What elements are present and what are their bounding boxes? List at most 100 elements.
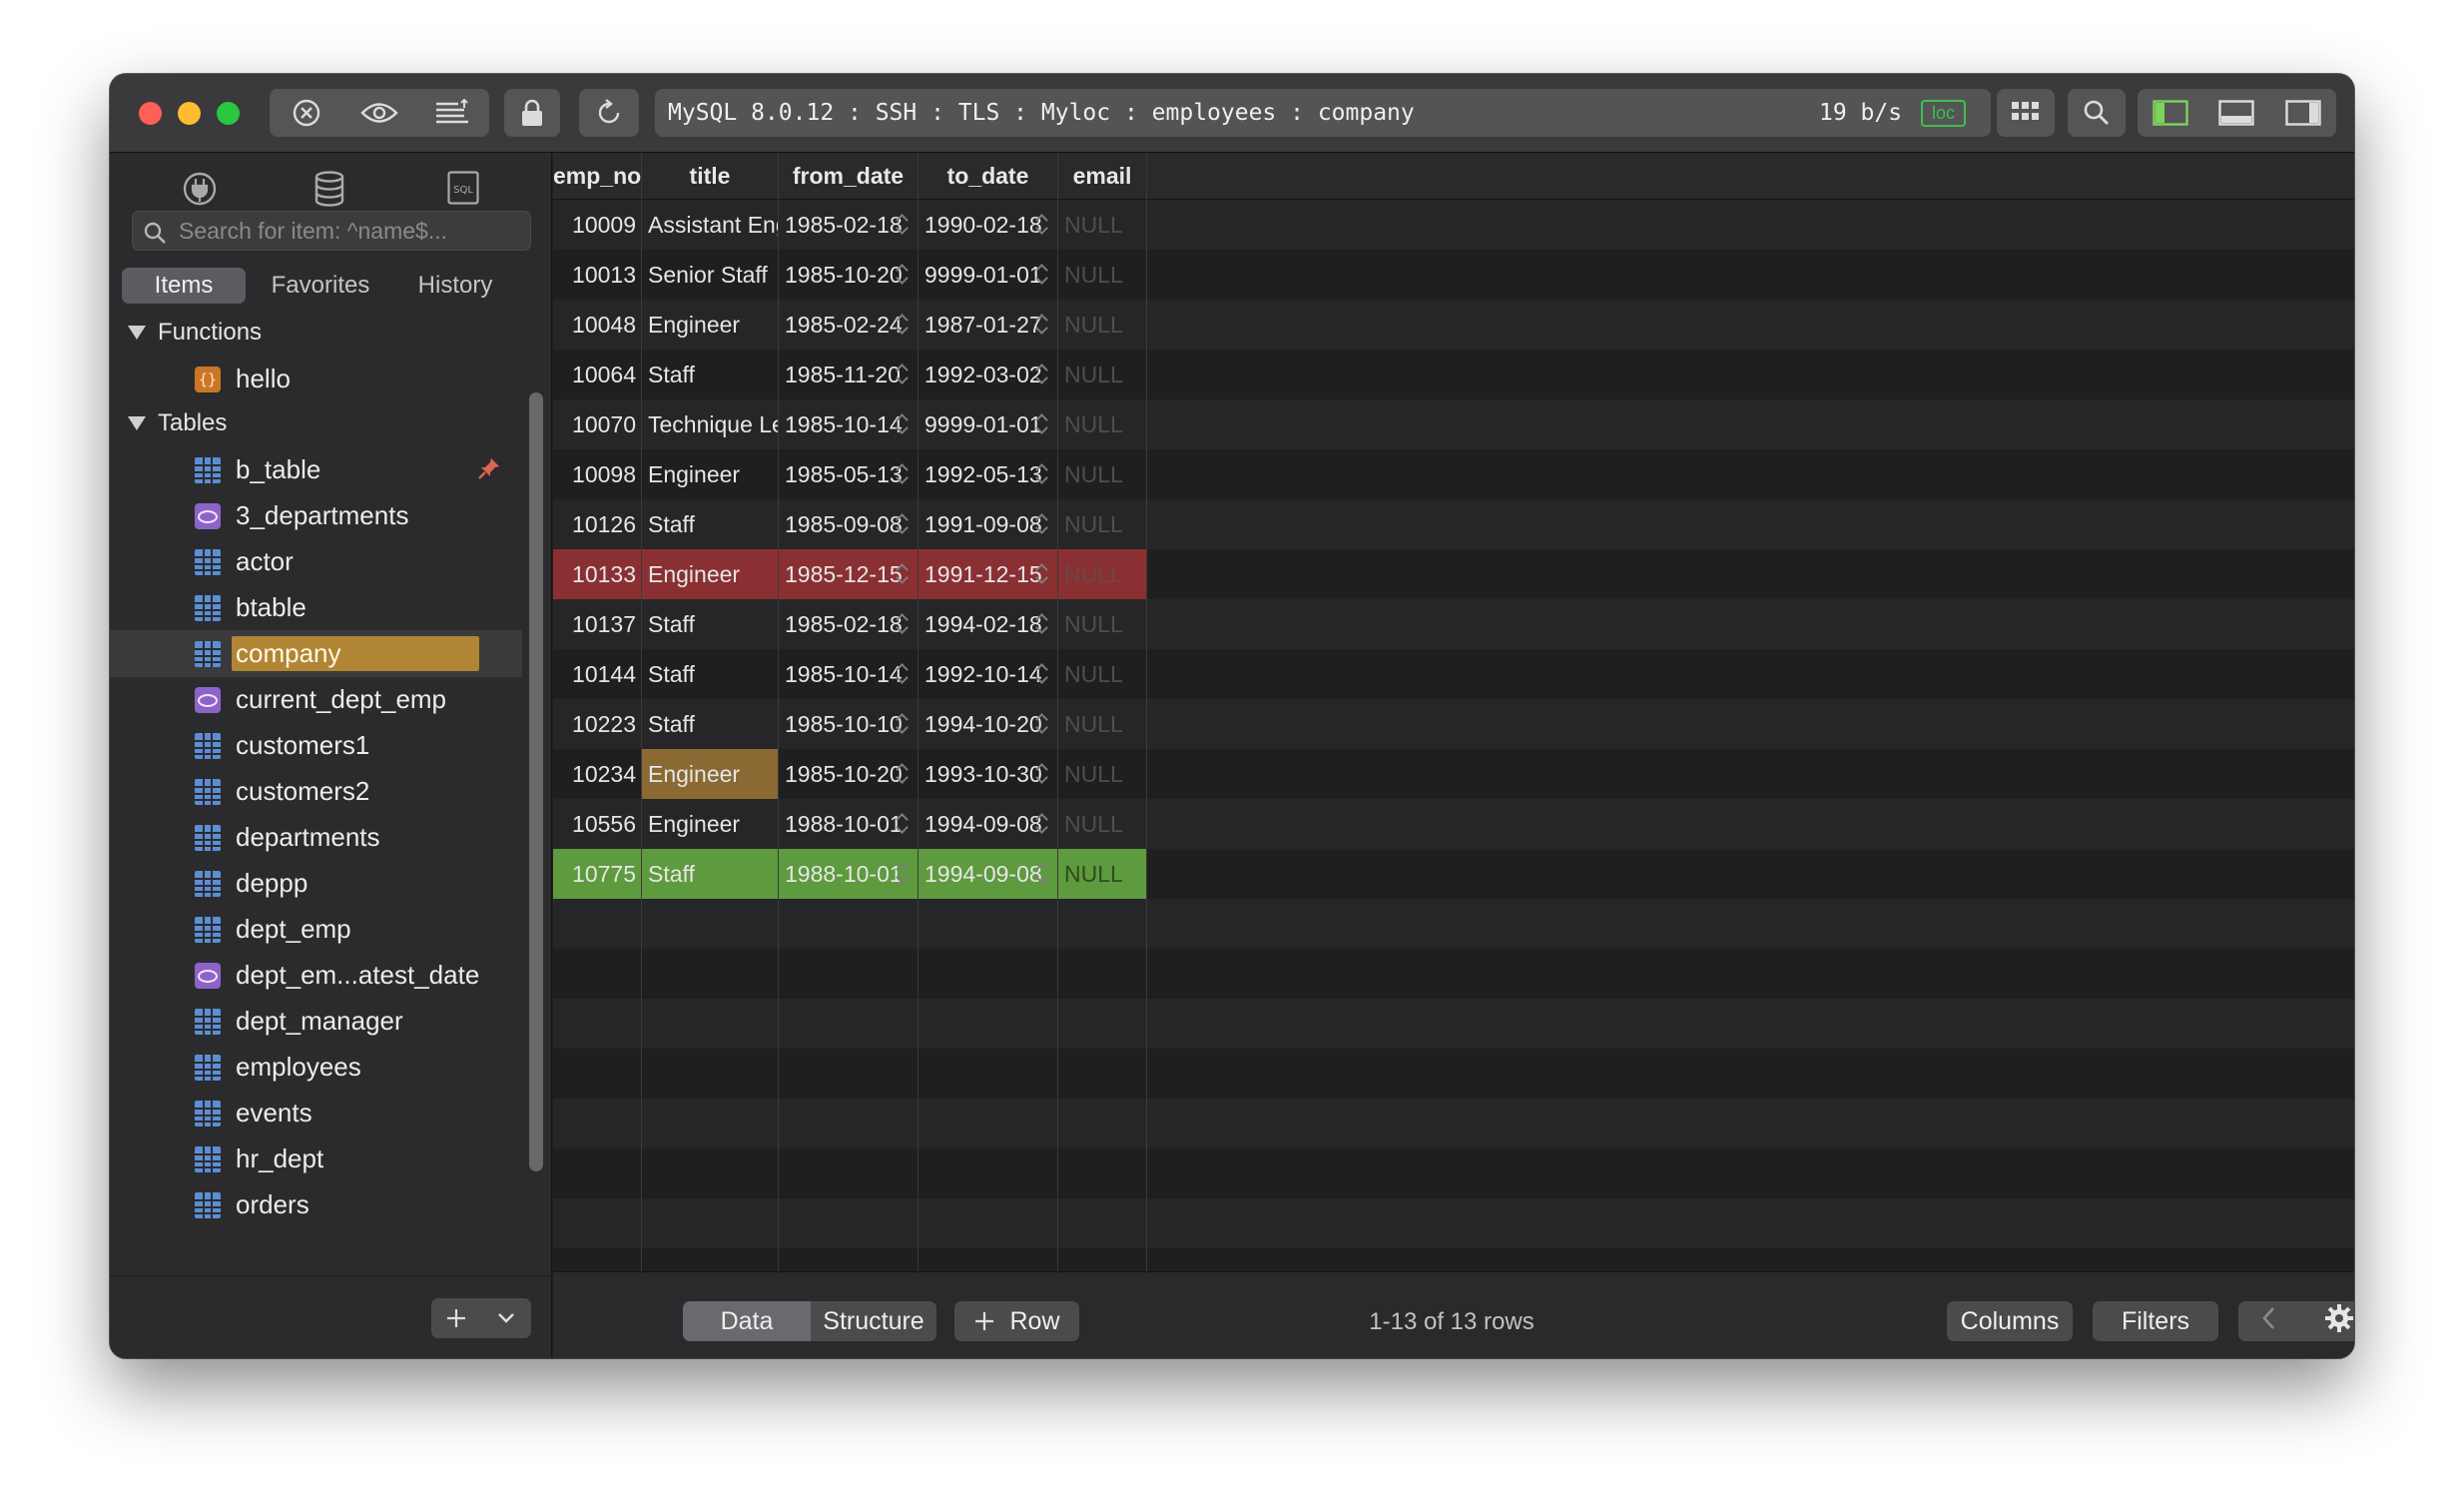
cell-email[interactable]: NULL xyxy=(1058,649,1147,699)
cell-title[interactable]: Engineer xyxy=(642,549,779,599)
cell-title[interactable]: Staff xyxy=(642,350,779,399)
cell-emp-no[interactable]: 10126 xyxy=(553,499,642,549)
table-row[interactable]: 10133 Engineer 1985-12-15 1991-12-15 NULL xyxy=(553,549,2354,599)
add-item-menu-button[interactable] xyxy=(481,1298,531,1338)
cell-from-date[interactable]: 1985-02-24 xyxy=(779,300,919,350)
sql-query-button[interactable]: SQL xyxy=(447,171,479,210)
cell-from-date[interactable]: 1985-02-18 xyxy=(779,200,919,250)
date-stepper-icon[interactable] xyxy=(1035,462,1047,486)
cell-email[interactable]: NULL xyxy=(1058,300,1147,350)
date-stepper-icon[interactable] xyxy=(896,562,908,586)
date-stepper-icon[interactable] xyxy=(1035,313,1047,337)
cell-title[interactable]: Staff xyxy=(642,649,779,699)
sidebar-item-dept-emp[interactable]: dept_emp xyxy=(110,906,522,953)
date-stepper-icon[interactable] xyxy=(1035,712,1047,736)
table-row[interactable]: 10048 Engineer 1985-02-24 1987-01-27 NULL xyxy=(553,300,2354,350)
date-stepper-icon[interactable] xyxy=(1035,862,1047,886)
sidebar-item-customers1[interactable]: customers1 xyxy=(110,722,522,769)
cell-from-date[interactable]: 1988-10-01 xyxy=(779,849,919,899)
minimize-window-button[interactable] xyxy=(178,102,201,125)
cell-email[interactable]: NULL xyxy=(1058,200,1147,250)
sidebar-item-deppp[interactable]: deppp xyxy=(110,860,522,907)
section-functions[interactable]: Functions xyxy=(110,311,262,355)
cell-emp-no[interactable]: 10098 xyxy=(553,449,642,499)
zoom-window-button[interactable] xyxy=(217,102,240,125)
date-stepper-icon[interactable] xyxy=(896,462,908,486)
toggle-bottom-panel-button[interactable] xyxy=(2203,89,2269,137)
database-button[interactable] xyxy=(313,171,345,212)
date-stepper-icon[interactable] xyxy=(1035,213,1047,237)
date-stepper-icon[interactable] xyxy=(896,612,908,636)
pin-icon[interactable] xyxy=(476,455,502,481)
cell-emp-no[interactable]: 10556 xyxy=(553,799,642,849)
cell-to-date[interactable]: 1992-05-13 xyxy=(919,449,1058,499)
cell-to-date[interactable]: 1990-02-18 xyxy=(919,200,1058,250)
date-stepper-icon[interactable] xyxy=(896,213,908,237)
column-header-to-date[interactable]: to_date xyxy=(919,153,1058,200)
refresh-button[interactable] xyxy=(579,89,639,137)
table-row[interactable]: 10556 Engineer 1988-10-01 1994-09-08 NULL xyxy=(553,799,2354,849)
search-input[interactable] xyxy=(179,212,518,250)
cell-title[interactable]: Staff xyxy=(642,499,779,549)
column-header-emp-no[interactable]: emp_no xyxy=(553,153,642,200)
cell-emp-no[interactable]: 10133 xyxy=(553,549,642,599)
connections-grid-button[interactable] xyxy=(1997,89,2055,137)
cell-emp-no[interactable]: 10009 xyxy=(553,200,642,250)
connection-status-bar[interactable]: MySQL 8.0.12 : SSH : TLS : Myloc : emplo… xyxy=(655,89,1991,137)
date-stepper-icon[interactable] xyxy=(896,412,908,436)
sidebar-item-dept-manager[interactable]: dept_manager xyxy=(110,998,522,1045)
cell-to-date[interactable]: 1994-09-08 xyxy=(919,849,1058,899)
cell-to-date[interactable]: 1992-03-02 xyxy=(919,350,1058,399)
cell-from-date[interactable]: 1985-10-20 xyxy=(779,749,919,799)
table-row[interactable]: 10137 Staff 1985-02-18 1994-02-18 NULL xyxy=(553,599,2354,649)
cell-emp-no[interactable]: 10223 xyxy=(553,699,642,749)
filters-button[interactable]: Filters xyxy=(2093,1301,2218,1341)
table-row[interactable]: 10234 Engineer 1985-10-20 1993-10-30 NULL xyxy=(553,749,2354,799)
date-stepper-icon[interactable] xyxy=(896,662,908,686)
sidebar-item-b-table[interactable]: b_table xyxy=(110,446,522,493)
cell-title[interactable]: Engineer xyxy=(642,799,779,849)
cell-emp-no[interactable]: 10137 xyxy=(553,599,642,649)
cell-title[interactable]: Senior Staff xyxy=(642,250,779,300)
cell-emp-no[interactable]: 10070 xyxy=(553,399,642,449)
cell-email[interactable]: NULL xyxy=(1058,699,1147,749)
sidebar-item-actor[interactable]: actor xyxy=(110,538,522,585)
connection-plug-button[interactable] xyxy=(182,171,218,212)
column-header-title[interactable]: title xyxy=(642,153,779,200)
tab-items[interactable]: Items xyxy=(122,268,246,304)
date-stepper-icon[interactable] xyxy=(1035,412,1047,436)
tab-history[interactable]: History xyxy=(395,268,515,304)
cell-to-date[interactable]: 1992-10-14 xyxy=(919,649,1058,699)
lock-button[interactable] xyxy=(504,89,560,137)
sidebar-item-company[interactable]: company xyxy=(110,630,522,677)
date-stepper-icon[interactable] xyxy=(896,712,908,736)
toggle-right-panel-button[interactable] xyxy=(2269,89,2336,137)
toggle-left-panel-button[interactable] xyxy=(2138,89,2203,137)
sidebar-item-employees[interactable]: employees xyxy=(110,1044,522,1091)
cell-email[interactable]: NULL xyxy=(1058,449,1147,499)
cell-title[interactable]: Staff xyxy=(642,699,779,749)
close-connection-button[interactable] xyxy=(270,89,342,137)
table-row[interactable]: 10126 Staff 1985-09-08 1991-09-08 NULL xyxy=(553,499,2354,549)
cell-from-date[interactable]: 1988-10-01 xyxy=(779,799,919,849)
data-tab-button[interactable]: Data xyxy=(683,1301,811,1341)
table-row[interactable]: 10098 Engineer 1985-05-13 1992-05-13 NULL xyxy=(553,449,2354,499)
table-row[interactable]: 10070Technique Leader1985-10-14 9999-01-0… xyxy=(553,399,2354,449)
cell-from-date[interactable]: 1985-09-08 xyxy=(779,499,919,549)
sidebar-item-customers2[interactable]: customers2 xyxy=(110,768,522,815)
sidebar-item-hr-dept[interactable]: hr_dept xyxy=(110,1135,522,1182)
structure-tab-button[interactable]: Structure xyxy=(811,1301,936,1341)
cell-from-date[interactable]: 1985-05-13 xyxy=(779,449,919,499)
date-stepper-icon[interactable] xyxy=(1035,612,1047,636)
cell-title[interactable]: Staff xyxy=(642,849,779,899)
date-stepper-icon[interactable] xyxy=(1035,263,1047,287)
preview-button[interactable] xyxy=(342,89,415,137)
cell-from-date[interactable]: 1985-10-14 xyxy=(779,649,919,699)
column-header-email[interactable]: email xyxy=(1058,153,1147,200)
sidebar-item-departments[interactable]: departments xyxy=(110,814,522,861)
cell-title[interactable]: Engineer xyxy=(642,449,779,499)
cell-email[interactable]: NULL xyxy=(1058,250,1147,300)
cell-to-date[interactable]: 1991-09-08 xyxy=(919,499,1058,549)
cell-title[interactable]: Technique Leader xyxy=(642,399,779,449)
cell-title[interactable]: Engineer xyxy=(642,749,779,799)
